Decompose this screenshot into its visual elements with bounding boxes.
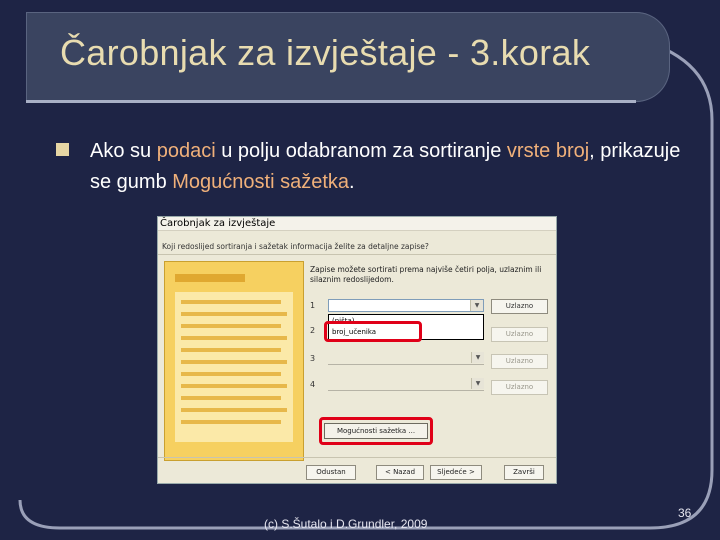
- sort-instructions: Zapise možete sortirati prema najviše če…: [310, 265, 545, 285]
- title-underline: [26, 100, 636, 103]
- sort-order-4-button[interactable]: Uzlazno: [491, 380, 548, 395]
- report-preview-image: [164, 261, 304, 461]
- finish-button[interactable]: Završi: [504, 465, 544, 480]
- sort-field-4-select[interactable]: ▼: [328, 378, 484, 391]
- sort-field-1-select[interactable]: ▼: [328, 299, 484, 312]
- sort-instructions-line: silaznim redoslijedom.: [310, 275, 394, 284]
- chevron-down-icon[interactable]: ▼: [471, 378, 484, 389]
- dialog-title: Čarobnjak za izvještaje: [160, 218, 276, 229]
- red-highlight-frame: [319, 417, 433, 445]
- preview-row: [181, 396, 281, 400]
- dialog-question: Koji redoslijed sortiranja i sažetak inf…: [162, 242, 429, 251]
- cancel-button[interactable]: Odustan: [306, 465, 356, 480]
- preview-row: [181, 408, 287, 412]
- chevron-down-icon[interactable]: ▼: [470, 300, 483, 311]
- page-number: 36: [678, 506, 692, 520]
- sort-instructions-line: Zapise možete sortirati prema najviše če…: [310, 265, 542, 274]
- next-button[interactable]: Sljedeće >: [430, 465, 482, 480]
- preview-row: [181, 324, 281, 328]
- preview-row: [181, 348, 281, 352]
- preview-row: [181, 420, 281, 424]
- preview-header-bar: [175, 274, 245, 282]
- preview-row: [181, 360, 287, 364]
- report-wizard-dialog: Čarobnjak za izvještaje Koji redoslijed …: [157, 216, 557, 484]
- slide-title: Čarobnjak za izvještaje - 3.korak: [60, 32, 591, 73]
- preview-row: [181, 384, 287, 388]
- sort-field-3-select[interactable]: ▼: [328, 352, 484, 365]
- chevron-down-icon[interactable]: ▼: [471, 352, 484, 363]
- red-highlight-frame: [324, 321, 422, 342]
- dialog-footer-separator: [158, 457, 556, 458]
- sort-order-2-button[interactable]: Uzlazno: [491, 327, 548, 342]
- bullet-text: Ako su podaci u polju odabranom za sorti…: [90, 140, 681, 193]
- sort-row-number: 1: [310, 301, 316, 310]
- sort-row-number: 4: [310, 380, 316, 389]
- bullet-marker: [56, 143, 69, 156]
- preview-row: [181, 336, 287, 340]
- preview-body: [175, 292, 293, 442]
- dialog-separator: [158, 254, 556, 255]
- sort-order-1-button[interactable]: Uzlazno: [491, 299, 548, 314]
- back-button[interactable]: < Nazad: [376, 465, 424, 480]
- preview-row: [181, 312, 287, 316]
- sort-order-3-button[interactable]: Uzlazno: [491, 354, 548, 369]
- copyright-footer: (c) S.Šutalo i D.Grundler, 2009: [264, 517, 428, 531]
- sort-row-number: 2: [310, 326, 316, 335]
- preview-row: [181, 300, 281, 304]
- sort-row-number: 3: [310, 354, 316, 363]
- preview-row: [181, 372, 281, 376]
